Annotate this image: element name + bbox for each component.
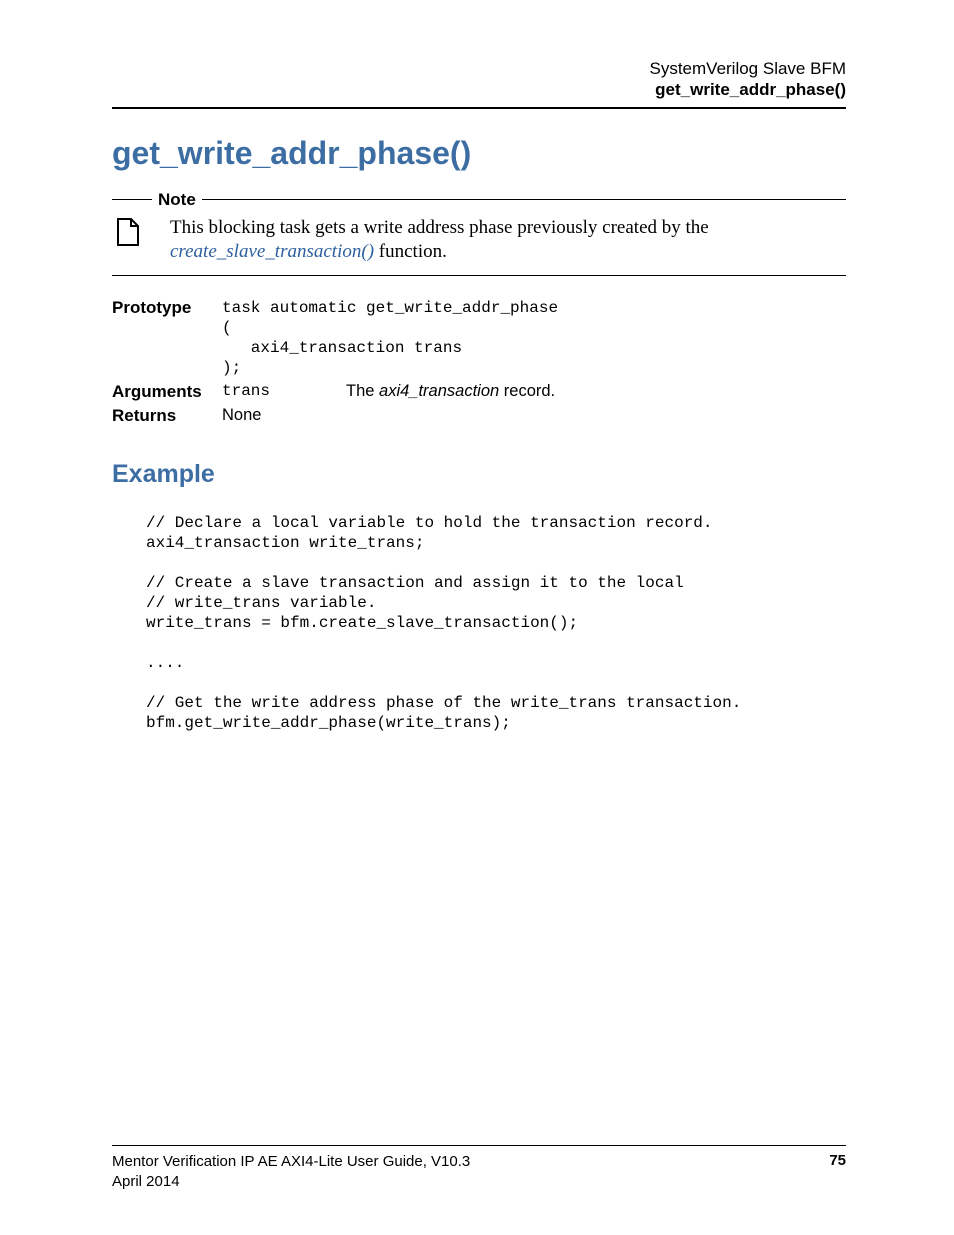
prototype-code: task automatic get_write_addr_phase ( ax… — [222, 298, 558, 378]
label-prototype: Prototype — [112, 298, 222, 318]
example-heading: Example — [112, 460, 846, 489]
note-top-rule: Note — [112, 190, 846, 210]
returns-value: None — [222, 406, 261, 425]
note-label: Note — [152, 190, 202, 210]
footer-left: Mentor Verification IP AE AXI4-Lite User… — [112, 1152, 470, 1191]
header-chapter: SystemVerilog Slave BFM — [112, 58, 846, 79]
page-title: get_write_addr_phase() — [112, 135, 846, 172]
note-page-icon — [116, 218, 140, 246]
row-prototype: Prototype task automatic get_write_addr_… — [112, 298, 846, 378]
footer-doc-title: Mentor Verification IP AE AXI4-Lite User… — [112, 1152, 470, 1172]
argument-desc: The axi4_transaction record. — [346, 382, 555, 401]
header-topic: get_write_addr_phase() — [112, 79, 846, 100]
header-rule — [112, 107, 846, 109]
row-returns: Returns None — [112, 406, 846, 426]
label-arguments: Arguments — [112, 382, 222, 402]
argument-name: trans — [222, 382, 346, 400]
footer-date: April 2014 — [112, 1172, 470, 1192]
argument-desc-ital: axi4_transaction — [379, 382, 499, 400]
row-arguments: Arguments trans The axi4_transaction rec… — [112, 382, 846, 402]
definition-table: Prototype task automatic get_write_addr_… — [112, 298, 846, 426]
argument-desc-prefix: The — [346, 382, 379, 400]
note-text: This blocking task gets a write address … — [170, 216, 846, 265]
note-bottom-rule — [112, 275, 846, 276]
label-returns: Returns — [112, 406, 222, 426]
example-code: // Declare a local variable to hold the … — [146, 513, 846, 733]
footer: Mentor Verification IP AE AXI4-Lite User… — [112, 1145, 846, 1191]
note-text-after: function. — [374, 241, 447, 262]
note-rule-left — [112, 199, 152, 200]
page: SystemVerilog Slave BFM get_write_addr_p… — [0, 0, 954, 1235]
note-block: Note This blocking task gets a write add… — [112, 190, 846, 276]
running-header: SystemVerilog Slave BFM get_write_addr_p… — [112, 58, 846, 109]
argument-desc-suffix: record. — [499, 382, 555, 400]
footer-rule — [112, 1145, 846, 1146]
footer-page-number: 75 — [829, 1152, 846, 1191]
note-link-create-slave-transaction[interactable]: create_slave_transaction() — [170, 241, 374, 262]
note-body: This blocking task gets a write address … — [112, 216, 846, 265]
footer-row: Mentor Verification IP AE AXI4-Lite User… — [112, 1152, 846, 1191]
note-rule-right — [202, 199, 846, 200]
note-text-before: This blocking task gets a write address … — [170, 217, 709, 238]
